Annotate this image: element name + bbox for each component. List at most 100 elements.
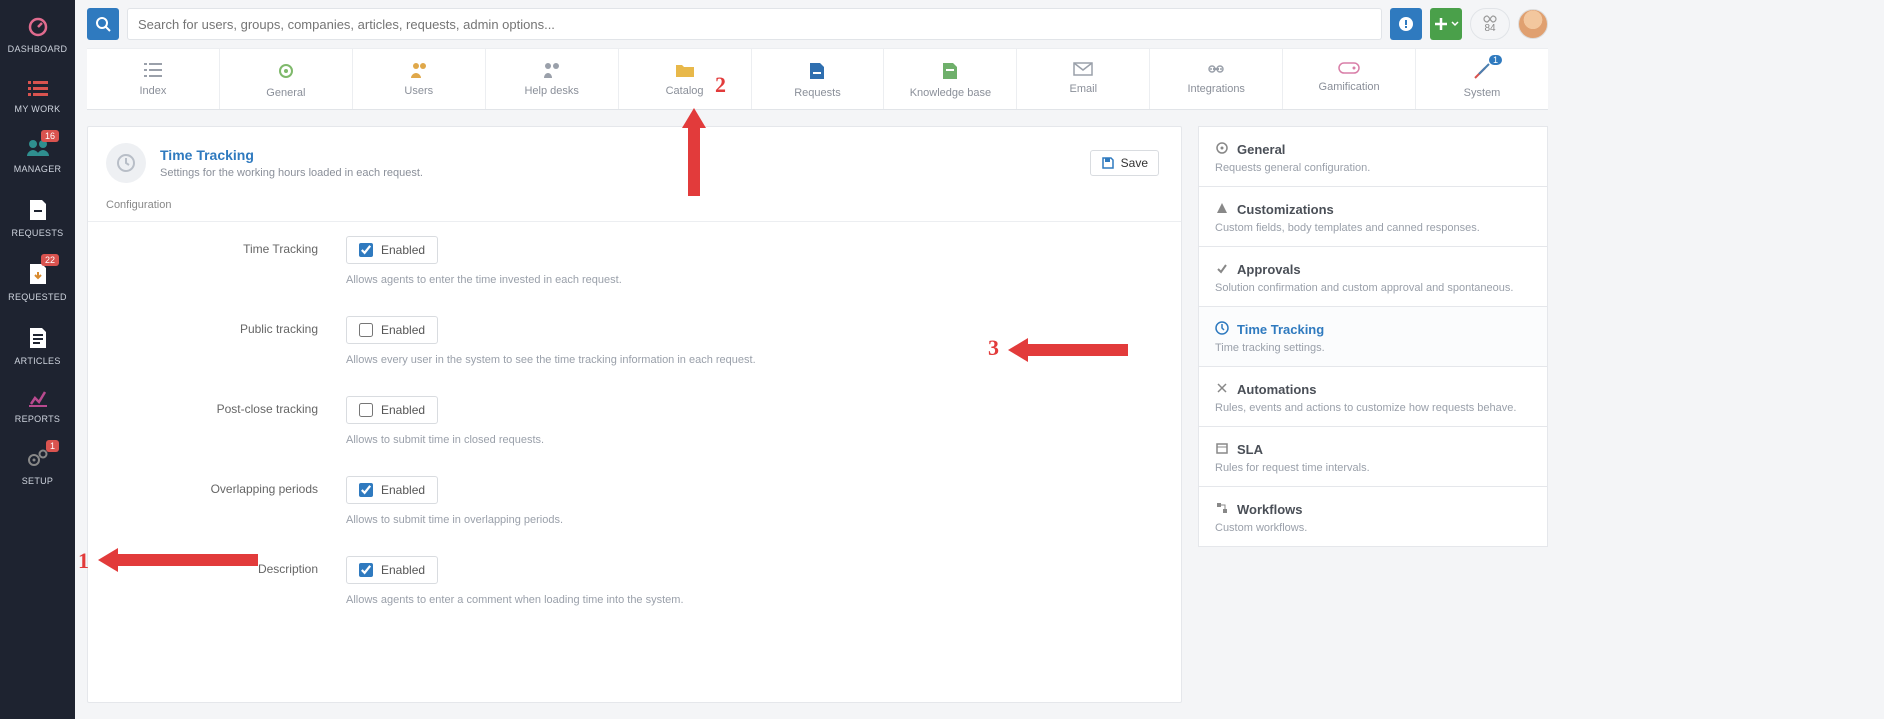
nav-label: SETUP <box>0 476 75 486</box>
nav-label: DASHBOARD <box>0 44 75 54</box>
nav-manager[interactable]: 16 MANAGER <box>0 124 75 184</box>
enabled-checkbox[interactable]: Enabled <box>346 476 438 504</box>
field-label: Description <box>106 556 346 606</box>
save-label: Save <box>1121 156 1148 170</box>
tab-index[interactable]: Index <box>87 49 220 109</box>
gamepad-icon <box>1337 61 1361 75</box>
side-desc: Rules for request time intervals. <box>1215 462 1531 474</box>
side-desc: Custom fields, body templates and canned… <box>1215 222 1531 234</box>
index-icon <box>142 61 164 79</box>
sidebar-item[interactable]: Automations Rules, events and actions to… <box>1198 367 1548 427</box>
search-input[interactable] <box>127 8 1382 40</box>
tab-general[interactable]: General <box>220 49 353 109</box>
add-button[interactable] <box>1430 8 1462 40</box>
page-subtitle: Settings for the working hours loaded in… <box>160 167 423 179</box>
nav-my-work[interactable]: MY WORK <box>0 64 75 124</box>
checkbox-input[interactable] <box>359 323 373 337</box>
tab-users[interactable]: Users <box>353 49 486 109</box>
badge: 16 <box>41 130 59 142</box>
sidebar-item[interactable]: SLA Rules for request time intervals. <box>1198 427 1548 487</box>
plus-icon <box>1434 17 1448 31</box>
side-title-text: Approvals <box>1237 262 1301 277</box>
tab-label: Email <box>1017 83 1149 95</box>
checkbox-label: Enabled <box>381 483 425 497</box>
nav-requests[interactable]: REQUESTS <box>0 184 75 248</box>
field-help: Allows agents to enter a comment when lo… <box>346 594 1163 606</box>
side-desc: Requests general configuration. <box>1215 162 1531 174</box>
tab-label: General <box>220 87 352 99</box>
gears-icon <box>26 448 50 470</box>
points-value: 84 <box>1484 23 1495 34</box>
nav-label: REQUESTED <box>0 292 75 302</box>
checkbox-input[interactable] <box>359 403 373 417</box>
tab-label: Help desks <box>486 85 618 97</box>
doc-icon <box>941 61 959 81</box>
side-icon <box>1215 201 1229 218</box>
tab-label: Index <box>87 85 219 97</box>
nav-reports[interactable]: REPORTS <box>0 376 75 434</box>
field-label: Public tracking <box>106 316 346 366</box>
sidebar-item[interactable]: Approvals Solution confirmation and cust… <box>1198 247 1548 307</box>
side-desc: Rules, events and actions to customize h… <box>1215 402 1531 414</box>
sidebar-item[interactable]: General Requests general configuration. <box>1198 126 1548 187</box>
checkbox-input[interactable] <box>359 243 373 257</box>
tab-catalog[interactable]: Catalog <box>619 49 752 109</box>
nav-setup[interactable]: 1 SETUP <box>0 434 75 496</box>
tab-label: System <box>1416 87 1548 99</box>
user-avatar[interactable] <box>1518 9 1548 39</box>
search-icon <box>95 16 111 32</box>
mail-icon <box>1072 61 1094 77</box>
side-title-text: Customizations <box>1237 202 1334 217</box>
checkbox-input[interactable] <box>359 563 373 577</box>
nav-requested[interactable]: 22 REQUESTED <box>0 248 75 312</box>
nav-label: ARTICLES <box>0 356 75 366</box>
users-icon <box>407 61 431 79</box>
tab-email[interactable]: Email <box>1017 49 1150 109</box>
tab-kb[interactable]: Knowledge base <box>884 49 1017 109</box>
sidebar-item[interactable]: Workflows Custom workflows. <box>1198 487 1548 547</box>
file-icon <box>28 198 48 222</box>
nav-label: MANAGER <box>0 164 75 174</box>
admin-tabs: Index General Users Help desks Catalog R… <box>87 48 1548 110</box>
tab-gamification[interactable]: Gamification <box>1283 49 1416 109</box>
side-desc: Solution confirmation and custom approva… <box>1215 282 1531 294</box>
top-bar: 84 <box>75 0 1560 48</box>
folder-icon <box>674 61 696 79</box>
nav-label: REQUESTS <box>0 228 75 238</box>
points-pill[interactable]: 84 <box>1470 8 1510 40</box>
sidebar-item[interactable]: Time Tracking Time tracking settings. <box>1198 307 1548 367</box>
sidebar-item[interactable]: Customizations Custom fields, body templ… <box>1198 187 1548 247</box>
badge: 22 <box>41 254 59 266</box>
nav-articles[interactable]: ARTICLES <box>0 312 75 376</box>
document-icon <box>28 326 48 350</box>
save-button[interactable]: Save <box>1090 150 1159 176</box>
enabled-checkbox[interactable]: Enabled <box>346 396 438 424</box>
side-icon <box>1215 321 1229 338</box>
side-title-text: Workflows <box>1237 502 1303 517</box>
enabled-checkbox[interactable]: Enabled <box>346 316 438 344</box>
side-icon <box>1215 501 1229 518</box>
search-button[interactable] <box>87 8 119 40</box>
section-label: Configuration <box>88 193 1181 221</box>
link-icon <box>1205 61 1227 77</box>
checkbox-input[interactable] <box>359 483 373 497</box>
field-help: Allows agents to enter the time invested… <box>346 274 1163 286</box>
infinity-icon <box>1482 15 1498 23</box>
badge: 1 <box>46 440 59 452</box>
field-label: Overlapping periods <box>106 476 346 526</box>
tab-system[interactable]: 1System <box>1416 49 1548 109</box>
side-icon <box>1215 381 1229 398</box>
field-help: Allows every user in the system to see t… <box>346 354 1163 366</box>
enabled-checkbox[interactable]: Enabled <box>346 556 438 584</box>
tab-requests[interactable]: Requests <box>752 49 885 109</box>
tab-label: Integrations <box>1150 83 1282 95</box>
left-nav: DASHBOARD MY WORK 16 MANAGER REQUESTS 22… <box>0 0 75 719</box>
caret-down-icon <box>1451 21 1459 27</box>
notifications-button[interactable] <box>1390 8 1422 40</box>
tab-label: Requests <box>752 87 884 99</box>
enabled-checkbox[interactable]: Enabled <box>346 236 438 264</box>
side-icon <box>1215 141 1229 158</box>
tab-integrations[interactable]: Integrations <box>1150 49 1283 109</box>
tab-helpdesks[interactable]: Help desks <box>486 49 619 109</box>
nav-dashboard[interactable]: DASHBOARD <box>0 0 75 64</box>
